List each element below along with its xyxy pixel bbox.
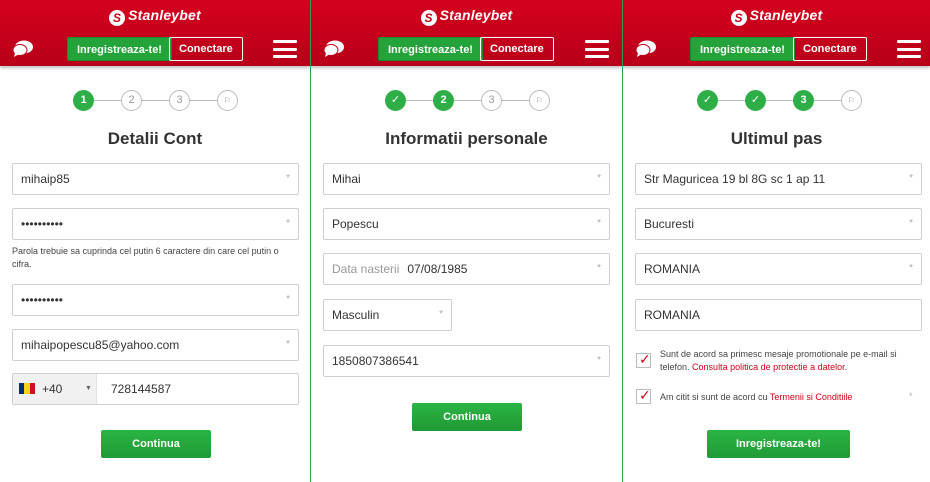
cnp-field[interactable]: 1850807386541 * [323,345,610,377]
registration-steps: S Stanleybet Inregistreaza-te! Conectare … [0,0,930,482]
required-mark: * [909,391,913,401]
stepper: 1 2 3 ⚐ [0,90,310,112]
first-name-field[interactable]: Mihai * [323,163,610,195]
step-2-check-icon: ✓ [745,90,766,111]
step-3: 3 [169,90,190,111]
terms-link[interactable]: Termenii si Conditiile [770,392,853,402]
privacy-policy-link[interactable]: Consulta politica de protectie a datelor… [692,362,847,372]
header: S Stanleybet Inregistreaza-te! Conectare [623,0,930,66]
menu-icon[interactable] [585,40,609,58]
logo[interactable]: S Stanleybet [623,7,930,26]
step-1-check-icon: ✓ [697,90,718,111]
birth-date-field[interactable]: Data nasterii 07/08/1985 * [323,253,610,285]
page-title: Ultimul pas [730,129,823,148]
menu-icon[interactable] [897,40,921,58]
password-confirm-field[interactable]: •••••••••• * [12,284,299,316]
romania-flag-icon [19,383,35,394]
stepper: ✓ ✓ 3 ⚐ [623,90,930,112]
header: S Stanleybet Inregistreaza-te! Conectare [311,0,622,66]
panel-account-details: S Stanleybet Inregistreaza-te! Conectare … [0,0,311,482]
logo[interactable]: S Stanleybet [311,7,622,26]
terms-checkbox[interactable]: ✓ [636,387,651,404]
promo-checkbox[interactable]: ✓ [636,351,651,368]
continue-button[interactable]: Continua [101,430,211,458]
flag-icon: ⚐ [841,90,862,111]
city-field[interactable]: Bucuresti * [635,208,922,240]
password-hint: Parola trebuie sa cuprinda cel putin 6 c… [12,246,279,269]
country-select[interactable]: ROMANIA [635,299,922,331]
chat-icon[interactable] [635,40,657,58]
county-select[interactable]: ROMANIA * [635,253,922,285]
gender-select[interactable]: Masculin * [323,299,452,331]
logo[interactable]: S Stanleybet [0,7,310,26]
step-1-check-icon: ✓ [385,90,406,111]
flag-icon: ⚐ [529,90,550,111]
chat-icon[interactable] [323,40,345,58]
step-1: 1 [73,90,94,111]
logo-mark-icon: S [730,10,747,26]
phone-number: 728144587 [111,382,172,396]
register-submit-button[interactable]: Inregistreaza-te! [707,430,850,458]
step-2: 2 [433,90,454,111]
register-button[interactable]: Inregistreaza-te! [378,37,483,61]
last-name-field[interactable]: Popescu * [323,208,610,240]
check-icon: ✓ [639,387,651,403]
logo-mark-icon: S [420,10,437,26]
email-field[interactable]: mihaipopescu85@yahoo.com * [12,329,299,361]
menu-icon[interactable] [273,40,297,58]
login-button[interactable]: Conectare [793,37,867,61]
phone-field[interactable]: +40 ▼ 728144587 [12,373,299,405]
address-field[interactable]: Str Maguricea 19 bl 8G sc 1 ap 11 * [635,163,922,195]
check-icon: ✓ [639,351,651,367]
logo-mark-icon: S [109,10,126,26]
register-button[interactable]: Inregistreaza-te! [690,37,795,61]
flag-icon: ⚐ [217,90,238,111]
chat-icon[interactable] [12,40,34,58]
caret-down-icon: ▼ [85,385,92,392]
stepper: ✓ 2 3 ⚐ [311,90,622,112]
step-3: 3 [481,90,502,111]
step-3: 3 [793,90,814,111]
terms-consent-text: Am citit si sunt de acord cu Termenii si… [660,392,853,402]
header: S Stanleybet Inregistreaza-te! Conectare [0,0,310,66]
page-title: Detalii Cont [107,129,203,148]
continue-button[interactable]: Continua [412,403,522,431]
promo-consent-text: Sunt de acord sa primesc mesaje promotio… [660,349,897,372]
password-field[interactable]: •••••••••• * [12,208,299,240]
step-2: 2 [121,90,142,111]
login-button[interactable]: Conectare [169,37,243,61]
username-field[interactable]: mihaip85 * [12,163,299,195]
phone-prefix-select[interactable]: +40 ▼ [13,374,97,404]
panel-last-step: S Stanleybet Inregistreaza-te! Conectare … [623,0,930,482]
page-title: Informatii personale [385,129,548,148]
register-button[interactable]: Inregistreaza-te! [67,37,172,61]
login-button[interactable]: Conectare [480,37,554,61]
panel-personal-info: S Stanleybet Inregistreaza-te! Conectare … [311,0,623,482]
